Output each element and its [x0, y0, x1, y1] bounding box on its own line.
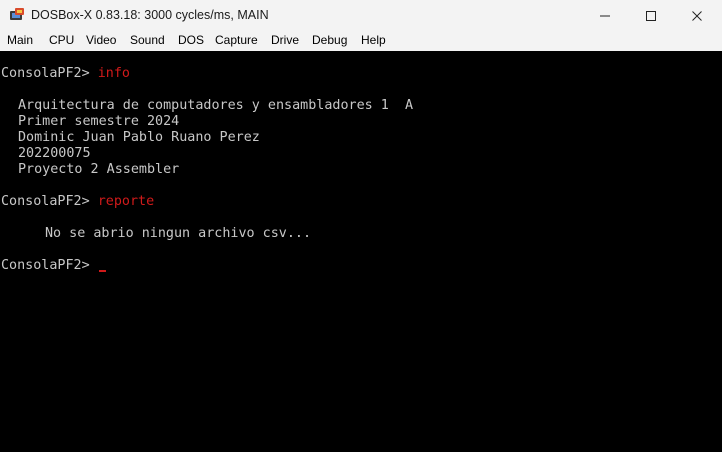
menu-main[interactable]: Main	[7, 33, 33, 47]
menu-capture[interactable]: Capture	[215, 33, 258, 47]
menu-help[interactable]: Help	[361, 33, 386, 47]
info-line: Proyecto 2 Assembler	[18, 162, 180, 177]
info-line: Primer semestre 2024	[18, 114, 180, 129]
command-info: info	[97, 66, 130, 81]
menu-dos[interactable]: DOS	[178, 33, 204, 47]
prompt-line-reporte: ConsolaPF2> reporte	[1, 194, 154, 210]
menu-debug[interactable]: Debug	[312, 33, 347, 47]
info-line: Arquitectura de computadores y ensamblad…	[18, 98, 414, 113]
dos-console[interactable]: ConsolaPF2> info Arquitectura de computa…	[0, 51, 722, 452]
prompt-line-current[interactable]: ConsolaPF2>	[1, 258, 106, 274]
maximize-icon[interactable]	[628, 0, 674, 31]
title-bar[interactable]: DOSBox-X 0.83.18: 3000 cycles/ms, MAIN	[0, 0, 722, 31]
dosbox-icon	[9, 7, 25, 23]
menu-bar: Main CPU Video Sound DOS Capture Drive D…	[0, 31, 722, 51]
prompt: ConsolaPF2>	[1, 66, 90, 81]
info-line: Dominic Juan Pablo Ruano Perez	[18, 130, 260, 145]
reporte-message: No se abrio ningun archivo csv...	[45, 226, 312, 241]
menu-sound[interactable]: Sound	[130, 33, 165, 47]
info-line: 202200075	[18, 146, 91, 161]
prompt: ConsolaPF2>	[1, 258, 90, 273]
dosbox-window: DOSBox-X 0.83.18: 3000 cycles/ms, MAIN M…	[0, 0, 722, 452]
close-icon[interactable]	[674, 0, 720, 31]
window-title: DOSBox-X 0.83.18: 3000 cycles/ms, MAIN	[31, 8, 269, 22]
text-cursor	[98, 270, 106, 272]
menu-video[interactable]: Video	[86, 33, 116, 47]
menu-cpu[interactable]: CPU	[49, 33, 74, 47]
prompt: ConsolaPF2>	[1, 194, 90, 209]
minimize-icon[interactable]	[582, 0, 628, 31]
command-reporte: reporte	[97, 194, 155, 209]
prompt-line-info: ConsolaPF2> info	[1, 66, 130, 82]
menu-drive[interactable]: Drive	[271, 33, 299, 47]
